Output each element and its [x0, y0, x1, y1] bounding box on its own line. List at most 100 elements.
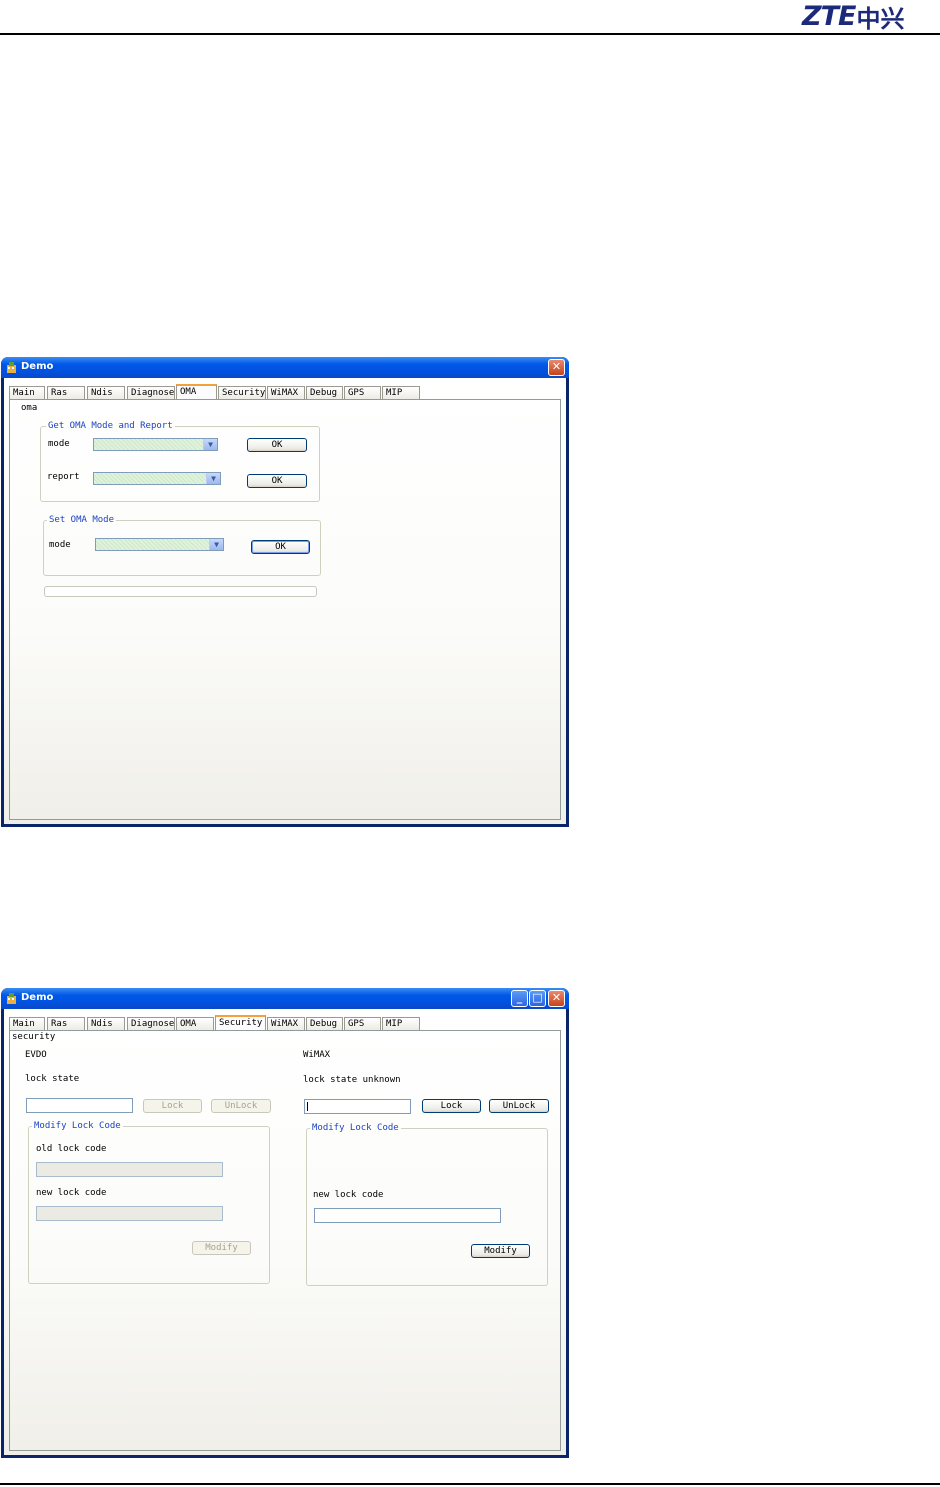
tab-ras[interactable]: Ras [47, 1017, 85, 1030]
groupbox-title: Modify Lock Code [310, 1123, 401, 1133]
tab-pane-oma: oma Get OMA Mode and Report mode ▼ OK re… [9, 399, 561, 820]
tab-debug[interactable]: Debug [306, 1017, 343, 1030]
set-oma-groupbox: Set OMA Mode mode ▼ OK [43, 515, 321, 576]
evdo-modify-button[interactable]: Modify [192, 1241, 251, 1255]
progress-bar [44, 586, 317, 597]
wimax-lock-button[interactable]: Lock [422, 1099, 481, 1113]
get-oma-groupbox: Get OMA Mode and Report mode ▼ OK report… [40, 421, 320, 502]
tab-gps[interactable]: GPS [344, 386, 381, 399]
title-bar[interactable]: Demo ✕ [1, 357, 569, 378]
title-bar[interactable]: Demo _ □ ✕ [1, 988, 569, 1009]
report-label: report [47, 472, 80, 482]
wimax-modify-button[interactable]: Modify [471, 1244, 530, 1258]
new-lock-code-input[interactable] [36, 1206, 223, 1221]
tab-mip[interactable]: MIP [382, 1017, 420, 1030]
zte-logo: ZTE 中兴 [802, 0, 905, 33]
evdo-lock-state: lock state [25, 1074, 80, 1084]
mode-label: mode [49, 540, 71, 550]
app-icon [7, 362, 16, 373]
wimax-lock-state: lock state unknown [303, 1075, 401, 1085]
old-lock-code-input[interactable] [36, 1162, 223, 1177]
wimax-modify-lock-groupbox: Modify Lock Code new lock code Modify [306, 1123, 548, 1286]
tab-label: Security [219, 1018, 263, 1028]
get-mode-ok-button[interactable]: OK [247, 438, 307, 452]
app-icon [7, 993, 16, 1004]
tab-label: WiMAX [271, 388, 299, 398]
footer-rule [0, 1483, 940, 1485]
tab-debug[interactable]: Debug [306, 386, 343, 399]
tab-label: GPS [348, 1019, 365, 1029]
set-mode-ok-button[interactable]: OK [251, 540, 310, 554]
header-rule [0, 33, 940, 35]
tab-label: Diagnose [131, 388, 175, 398]
tab-main[interactable]: Main [9, 1017, 45, 1030]
minimize-button[interactable]: _ [511, 990, 528, 1007]
set-mode-combobox[interactable]: ▼ [95, 538, 224, 551]
window-title: Demo [21, 361, 54, 372]
tab-label: WiMAX [271, 1019, 299, 1029]
close-button[interactable]: ✕ [548, 990, 565, 1007]
wimax-heading: WiMAX [303, 1050, 331, 1060]
wimax-new-lock-code-input[interactable] [314, 1208, 501, 1223]
chevron-down-icon[interactable]: ▼ [203, 439, 217, 450]
tab-mip[interactable]: MIP [382, 386, 420, 399]
tab-label: Security [222, 388, 266, 398]
logo-chinese: 中兴 [856, 4, 905, 33]
tab-label: Main [13, 1019, 35, 1029]
window-client: Main Ras Ndis Diagnose OMA Security WiMA… [4, 378, 566, 824]
get-report-ok-button[interactable]: OK [247, 474, 307, 488]
tab-label: Ndis [91, 388, 113, 398]
tab-label: Main [13, 388, 35, 398]
tab-label: MIP [386, 388, 403, 398]
text-caret [307, 1102, 308, 1111]
tab-wimax[interactable]: WiMAX [267, 1017, 305, 1030]
minimize-icon: _ [516, 991, 523, 1004]
evdo-lock-button[interactable]: Lock [143, 1099, 202, 1113]
tab-label: Ras [51, 1019, 68, 1029]
tab-gps[interactable]: GPS [344, 1017, 381, 1030]
evdo-heading: EVDO [25, 1050, 47, 1060]
report-combobox[interactable]: ▼ [93, 472, 221, 485]
tab-label: OMA [180, 387, 197, 397]
chevron-down-icon[interactable]: ▼ [209, 539, 223, 550]
maximize-icon: □ [532, 991, 543, 1004]
tab-label: GPS [348, 388, 365, 398]
tab-ras[interactable]: Ras [47, 386, 85, 399]
evdo-unlock-button[interactable]: UnLock [211, 1099, 271, 1113]
window-title: Demo [21, 992, 54, 1003]
mode-combobox[interactable]: ▼ [93, 438, 218, 451]
tab-oma[interactable]: OMA [176, 1017, 214, 1030]
tab-diagnose[interactable]: Diagnose [127, 1017, 175, 1030]
wimax-unlock-button[interactable]: UnLock [489, 1099, 549, 1113]
tab-label: OMA [180, 1019, 197, 1029]
wimax-lock-code-input[interactable] [304, 1099, 411, 1114]
groupbox-title: Set OMA Mode [47, 515, 117, 525]
tab-pane-security: security EVDO lock state Lock UnLock Mod… [9, 1030, 561, 1451]
close-icon: ✕ [551, 991, 562, 1004]
new-lock-code-label: new lock code [36, 1188, 107, 1198]
close-button[interactable]: ✕ [548, 359, 565, 376]
tab-label: Ras [51, 388, 68, 398]
mode-label: mode [48, 439, 70, 449]
chevron-down-icon[interactable]: ▼ [206, 473, 220, 484]
demo-window-oma: Demo ✕ Main Ras Ndis Diagnose OMA Securi… [1, 357, 569, 827]
tab-wimax[interactable]: WiMAX [267, 386, 305, 399]
tab-ndis[interactable]: Ndis [87, 386, 125, 399]
logo-latin: ZTE [802, 0, 856, 32]
pane-label: security [12, 1032, 56, 1042]
groupbox-title: Modify Lock Code [32, 1121, 123, 1131]
tab-label: Ndis [91, 1019, 113, 1029]
old-lock-code-label: old lock code [36, 1144, 107, 1154]
tab-main[interactable]: Main [9, 386, 45, 399]
evdo-lock-code-input[interactable] [26, 1098, 133, 1113]
tab-diagnose[interactable]: Diagnose [127, 386, 175, 399]
tab-ndis[interactable]: Ndis [87, 1017, 125, 1030]
maximize-button[interactable]: □ [529, 990, 546, 1007]
tab-label: Diagnose [131, 1019, 175, 1029]
evdo-modify-lock-groupbox: Modify Lock Code old lock code new lock … [28, 1121, 270, 1284]
tab-security[interactable]: Security [215, 1015, 266, 1031]
tab-security[interactable]: Security [218, 386, 266, 399]
pane-label: oma [21, 403, 38, 413]
window-client: Main Ras Ndis Diagnose OMA Security WiMA… [4, 1009, 566, 1455]
tab-oma[interactable]: OMA [176, 384, 217, 400]
